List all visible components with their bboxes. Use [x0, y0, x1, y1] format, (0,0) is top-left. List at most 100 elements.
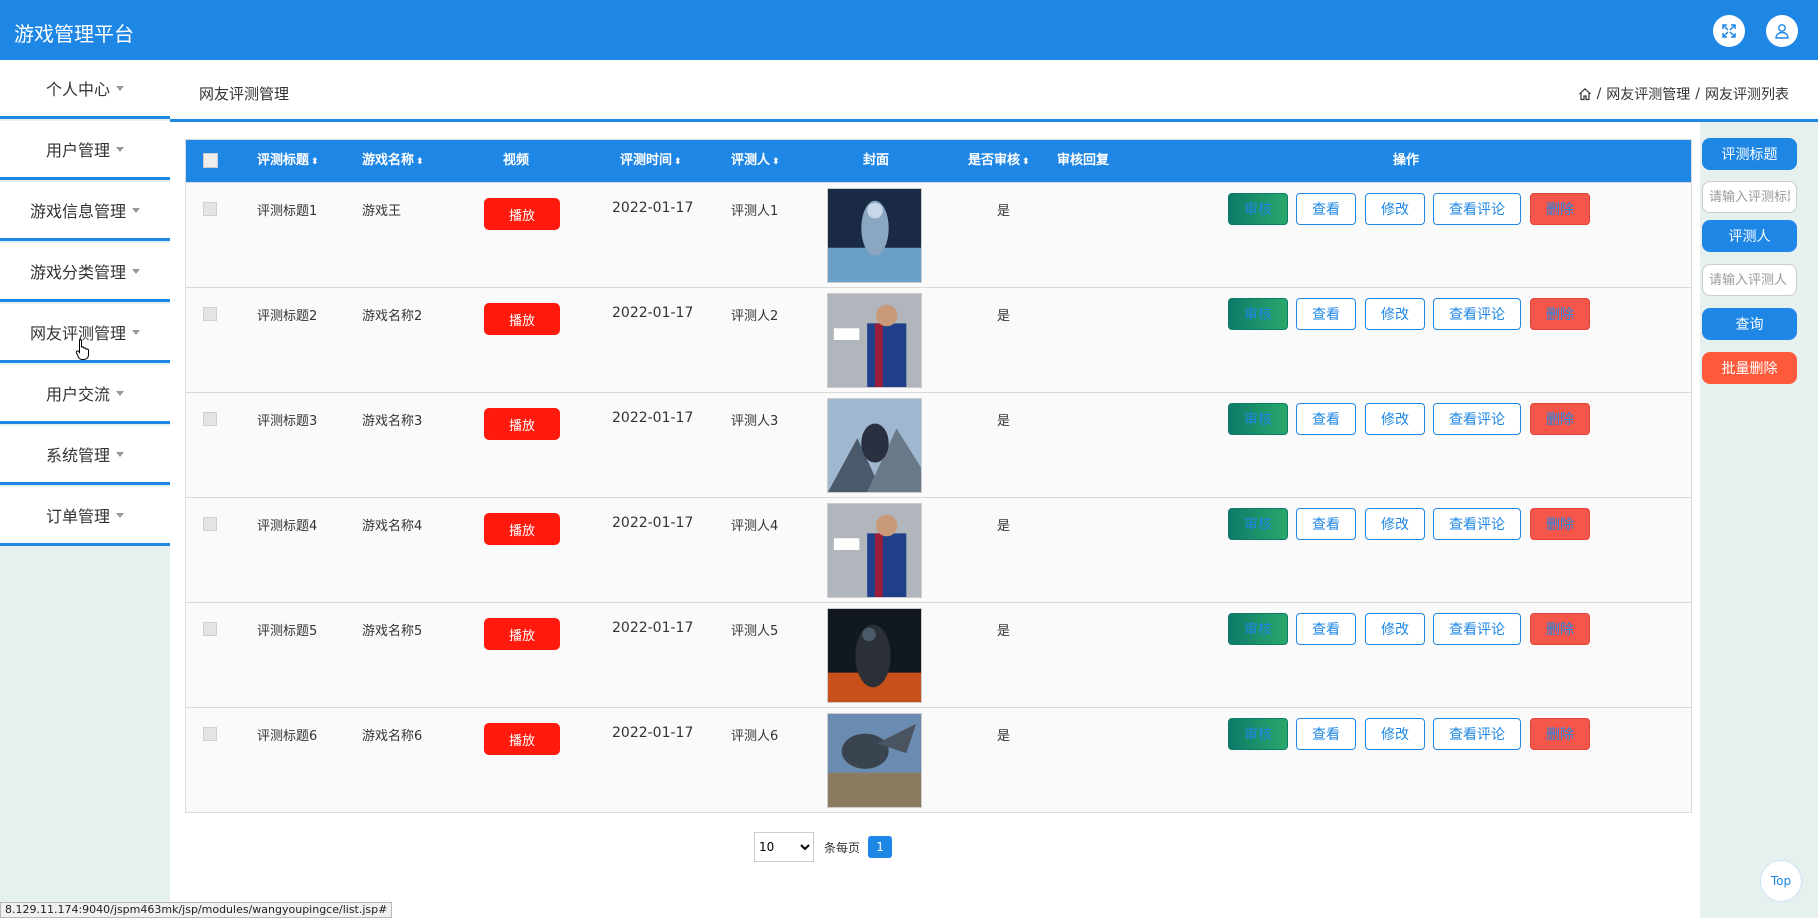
row-checkbox[interactable] [203, 622, 217, 636]
audit-button[interactable]: 审核 [1228, 718, 1288, 750]
page-size-select[interactable]: 10 [754, 832, 814, 862]
edit-button[interactable]: 修改 [1365, 718, 1425, 750]
reviewer-name: 评测人2 [731, 309, 779, 324]
sidebar-item-game-info[interactable]: 游戏信息管理 [0, 182, 170, 241]
query-button[interactable]: 查询 [1702, 308, 1797, 340]
col-time-header[interactable]: 评测时间 ⬍ [620, 140, 682, 182]
sidebar-item-profile[interactable]: 个人中心 [0, 60, 170, 119]
table-row: 评测标题6 游戏名称6 播放 2022-01-17 评测人6 是 审核 查看 修… [186, 707, 1691, 812]
view-button[interactable]: 查看 [1296, 403, 1356, 435]
game-name: 游戏名称5 [362, 624, 423, 639]
play-button[interactable]: 播放 [484, 303, 560, 335]
page-number-button[interactable]: 1 [868, 836, 893, 858]
review-title: 评测标题2 [257, 309, 318, 324]
sidebar: 个人中心 用户管理 游戏信息管理 游戏分类管理 网友评测管理 用户交流 系统管理… [0, 60, 170, 918]
caret-down-icon [116, 390, 124, 396]
audited-value: 是 [997, 204, 1011, 219]
home-icon[interactable] [1578, 87, 1592, 101]
delete-button[interactable]: 删除 [1530, 193, 1590, 225]
delete-button[interactable]: 删除 [1530, 298, 1590, 330]
caret-down-icon [116, 146, 124, 152]
reviewer-name: 评测人4 [731, 519, 779, 534]
breadcrumb-level1[interactable]: 网友评测管理 [1606, 84, 1690, 104]
sidebar-item-game-category[interactable]: 游戏分类管理 [0, 243, 170, 302]
reviewer-name: 评测人5 [731, 624, 779, 639]
audit-button[interactable]: 审核 [1228, 298, 1288, 330]
sidebar-item-label: 个人中心 [45, 80, 110, 99]
game-name: 游戏名称4 [362, 519, 423, 534]
row-checkbox[interactable] [203, 727, 217, 741]
reviewer-search-input[interactable] [1702, 264, 1797, 296]
title-search-input[interactable] [1702, 181, 1797, 213]
audited-value: 是 [997, 414, 1011, 429]
edit-button[interactable]: 修改 [1365, 193, 1425, 225]
cover-image [827, 398, 922, 493]
row-checkbox[interactable] [203, 517, 217, 531]
play-button[interactable]: 播放 [484, 513, 560, 545]
sidebar-item-users[interactable]: 用户管理 [0, 121, 170, 180]
sort-icon: ⬍ [311, 157, 319, 167]
select-all-checkbox[interactable] [203, 153, 218, 168]
sidebar-item-orders[interactable]: 订单管理 [0, 487, 170, 546]
app-title: 游戏管理平台 [14, 22, 134, 46]
delete-button[interactable]: 删除 [1530, 718, 1590, 750]
review-time: 2022-01-17 [612, 725, 694, 741]
page-title: 网友评测管理 [199, 85, 290, 103]
review-time: 2022-01-17 [612, 305, 694, 321]
view-comments-button[interactable]: 查看评论 [1433, 613, 1521, 645]
game-name: 游戏名称2 [362, 309, 423, 324]
view-button[interactable]: 查看 [1296, 613, 1356, 645]
edit-button[interactable]: 修改 [1365, 508, 1425, 540]
batch-delete-button[interactable]: 批量删除 [1702, 352, 1797, 384]
row-checkbox[interactable] [203, 412, 217, 426]
sort-icon: ⬍ [416, 157, 424, 167]
sidebar-item-system[interactable]: 系统管理 [0, 426, 170, 485]
view-comments-button[interactable]: 查看评论 [1433, 298, 1521, 330]
cover-image [827, 503, 922, 598]
play-button[interactable]: 播放 [484, 723, 560, 755]
row-checkbox[interactable] [203, 307, 217, 321]
delete-button[interactable]: 删除 [1530, 508, 1590, 540]
caret-down-icon [116, 85, 124, 91]
view-button[interactable]: 查看 [1296, 298, 1356, 330]
view-comments-button[interactable]: 查看评论 [1433, 403, 1521, 435]
delete-button[interactable]: 删除 [1530, 403, 1590, 435]
view-comments-button[interactable]: 查看评论 [1433, 508, 1521, 540]
review-time: 2022-01-17 [612, 515, 694, 531]
view-button[interactable]: 查看 [1296, 508, 1356, 540]
sidebar-item-user-exchange[interactable]: 用户交流 [0, 365, 170, 424]
view-comments-button[interactable]: 查看评论 [1433, 193, 1521, 225]
sidebar-item-label: 系统管理 [45, 446, 110, 465]
row-checkbox[interactable] [203, 202, 217, 216]
audit-button[interactable]: 审核 [1228, 193, 1288, 225]
col-game-header[interactable]: 游戏名称 ⬍ [362, 140, 424, 182]
user-menu-button[interactable] [1766, 15, 1798, 47]
game-name: 游戏王 [362, 204, 402, 219]
audit-button[interactable]: 审核 [1228, 613, 1288, 645]
caret-down-icon [132, 207, 140, 213]
play-button[interactable]: 播放 [484, 408, 560, 440]
edit-button[interactable]: 修改 [1365, 298, 1425, 330]
col-reviewer-header[interactable]: 评测人 ⬍ [731, 140, 780, 182]
col-ops-header: 操作 [1393, 153, 1420, 168]
col-title-header[interactable]: 评测标题 ⬍ [257, 140, 319, 182]
delete-button[interactable]: 删除 [1530, 613, 1590, 645]
edit-button[interactable]: 修改 [1365, 613, 1425, 645]
edit-button[interactable]: 修改 [1365, 403, 1425, 435]
fullscreen-button[interactable] [1713, 15, 1745, 47]
view-button[interactable]: 查看 [1296, 193, 1356, 225]
review-time: 2022-01-17 [612, 410, 694, 426]
caret-down-icon [116, 512, 124, 518]
audit-button[interactable]: 审核 [1228, 403, 1288, 435]
view-comments-button[interactable]: 查看评论 [1433, 718, 1521, 750]
audit-button[interactable]: 审核 [1228, 508, 1288, 540]
back-to-top-button[interactable]: Top [1760, 860, 1802, 902]
sidebar-item-label: 订单管理 [45, 507, 110, 526]
view-button[interactable]: 查看 [1296, 718, 1356, 750]
per-page-label: 条每页 [824, 840, 861, 855]
review-title: 评测标题6 [257, 729, 318, 744]
play-button[interactable]: 播放 [484, 618, 560, 650]
col-audited-header[interactable]: 是否审核 ⬍ [968, 140, 1030, 182]
reviews-table: 评测标题 ⬍ 游戏名称 ⬍ 视频 评测时间 ⬍ 评测人 ⬍ 封面 是否审核 ⬍ 审核回复 … [185, 139, 1692, 813]
play-button[interactable]: 播放 [484, 198, 560, 230]
